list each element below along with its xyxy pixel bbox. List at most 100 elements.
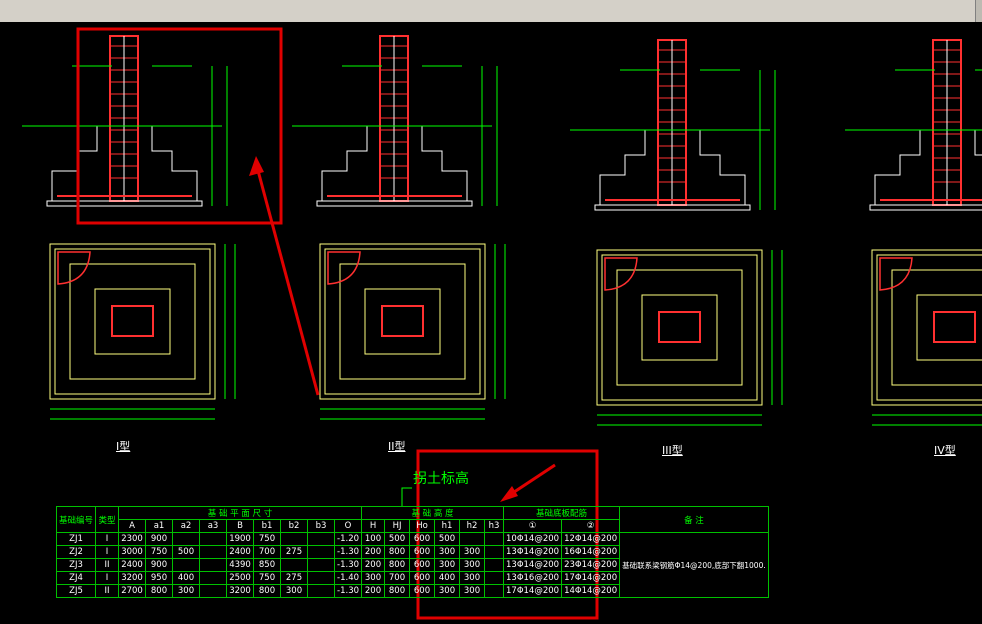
table-cell-h2 <box>459 532 486 546</box>
table-cell-H: 300 <box>361 571 386 585</box>
table-cell-b1: 800 <box>253 584 282 598</box>
table-cell-a3 <box>199 584 228 598</box>
section-detail-3 <box>569 39 776 211</box>
plan-view-4 <box>871 249 982 426</box>
table-header-row-1: 基础编号 类型 基 础 平 面 尺 寸 基 础 高 度 基础底板配筋 备 注 <box>55 506 769 533</box>
table-row: ZJ1 I 2300 900 1900 750 -1.20 100 500 600 500 10Φ14… <box>55 532 769 598</box>
table-cell-O: -1.40 <box>334 571 363 585</box>
table-cell-a2 <box>172 532 201 546</box>
table-cell-b1: 850 <box>253 558 282 572</box>
table-cell-h1: 500 <box>434 532 461 546</box>
table-cell-b3 <box>307 532 336 546</box>
table-cell-a2: 300 <box>172 584 201 598</box>
table-cell-A: 2700 <box>118 584 147 598</box>
table-cell-r2: 14Φ14@200 <box>561 584 621 598</box>
table-cell-h1: 300 <box>434 558 461 572</box>
table-cell-b2 <box>280 532 309 546</box>
table-cell-b2: 275 <box>280 571 309 585</box>
table-cell-r1: 13Φ14@200 <box>503 558 563 572</box>
plan-view-2 <box>319 243 506 420</box>
col-h3: h3 <box>484 519 505 533</box>
table-cell-Ho: 600 <box>409 584 436 598</box>
col-HJ: HJ <box>384 519 411 533</box>
table-cell-A: 2300 <box>118 532 147 546</box>
table-cell-b1: 750 <box>253 571 282 585</box>
table-cell-B: 3200 <box>226 584 255 598</box>
window-title-bar <box>0 0 982 23</box>
col-b1: b1 <box>253 519 282 533</box>
table-cell-b3 <box>307 558 336 572</box>
table-cell-id: ZJ1 <box>55 532 97 546</box>
table-cell-id: ZJ5 <box>55 584 97 598</box>
table-cell-r2: 16Φ14@200 <box>561 545 621 559</box>
table-cell-HJ: 700 <box>384 571 411 585</box>
section-detail-4 <box>844 39 982 211</box>
table-cell-H: 200 <box>361 545 386 559</box>
header-plan-dims: 基 础 平 面 尺 寸 <box>118 506 363 520</box>
table-cell-A: 2400 <box>118 558 147 572</box>
table-cell-b2: 275 <box>280 545 309 559</box>
col-rebar-2: ② <box>561 519 621 533</box>
table-cell-b1: 700 <box>253 545 282 559</box>
header-id: 基础编号 <box>55 506 97 533</box>
table-cell-h3 <box>484 545 505 559</box>
table-cell-Ho: 600 <box>409 558 436 572</box>
col-b3: b3 <box>307 519 336 533</box>
col-b2: b2 <box>280 519 309 533</box>
header-type: 类型 <box>95 506 120 533</box>
col-h1: h1 <box>434 519 461 533</box>
title-bar-edge <box>975 0 982 22</box>
table-cell-h3 <box>484 571 505 585</box>
table-cell-a3 <box>199 558 228 572</box>
table-cell-B: 2500 <box>226 571 255 585</box>
remark-cell: 基础联系梁钢筋Φ14@200,底部下翻1000. <box>619 532 769 598</box>
highlight-arrow-1 <box>254 162 320 396</box>
table-cell-r1: 13Φ16@200 <box>503 571 563 585</box>
table-cell-b2 <box>280 558 309 572</box>
table-cell-a1: 900 <box>145 558 174 572</box>
table-cell-a2 <box>172 558 201 572</box>
table-cell-r1: 10Φ14@200 <box>503 532 563 546</box>
col-Ho: Ho <box>409 519 436 533</box>
table-cell-O: -1.30 <box>334 558 363 572</box>
table-cell-HJ: 800 <box>384 584 411 598</box>
col-H: H <box>361 519 386 533</box>
table-cell-b3 <box>307 545 336 559</box>
col-h2: h2 <box>459 519 486 533</box>
table-cell-b3 <box>307 584 336 598</box>
table-cell-h3 <box>484 558 505 572</box>
table-cell-type: I <box>95 571 120 585</box>
table-cell-h2: 300 <box>459 571 486 585</box>
table-cell-a2: 400 <box>172 571 201 585</box>
table-cell-h3 <box>484 584 505 598</box>
table-cell-H: 200 <box>361 558 386 572</box>
table-cell-A: 3200 <box>118 571 147 585</box>
table-cell-h1: 300 <box>434 584 461 598</box>
table-cell-HJ: 800 <box>384 545 411 559</box>
table-cell-id: ZJ4 <box>55 571 97 585</box>
table-cell-h1: 300 <box>434 545 461 559</box>
table-cell-A: 3000 <box>118 545 147 559</box>
table-cell-a1: 800 <box>145 584 174 598</box>
table-cell-r1: 17Φ14@200 <box>503 584 563 598</box>
table-cell-h2: 300 <box>459 558 486 572</box>
table-cell-h1: 400 <box>434 571 461 585</box>
col-rebar-1: ① <box>503 519 563 533</box>
table-cell-a2: 500 <box>172 545 201 559</box>
table-cell-type: I <box>95 545 120 559</box>
section-detail-2 <box>291 35 498 207</box>
table-cell-id: ZJ2 <box>55 545 97 559</box>
col-O: O <box>334 519 363 533</box>
table-cell-h2: 300 <box>459 545 486 559</box>
col-A: A <box>118 519 147 533</box>
col-a1: a1 <box>145 519 174 533</box>
col-a2: a2 <box>172 519 201 533</box>
table-cell-r2: 17Φ14@200 <box>561 571 621 585</box>
type-label-2: II型 <box>388 440 406 453</box>
header-heights: 基 础 高 度 <box>361 506 505 520</box>
table-cell-a3 <box>199 545 228 559</box>
table-cell-B: 4390 <box>226 558 255 572</box>
table-cell-a1: 750 <box>145 545 174 559</box>
table-cell-type: II <box>95 558 120 572</box>
table-cell-a1: 900 <box>145 532 174 546</box>
